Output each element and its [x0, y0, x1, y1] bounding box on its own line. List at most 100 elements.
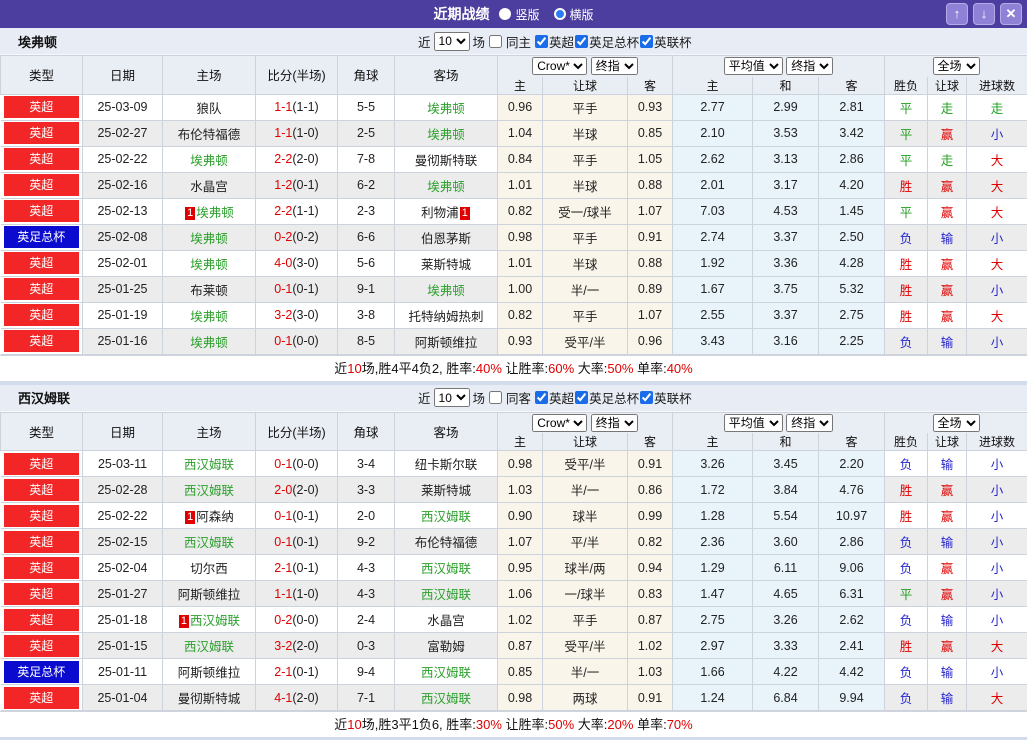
cell-corners: 9-4 [338, 659, 395, 685]
cell-date: 25-03-11 [83, 451, 163, 477]
home-team-name: 埃弗顿 [190, 154, 228, 168]
cell-odds-home: 1.02 [498, 607, 543, 633]
cell-home-team: 水晶宫 [163, 172, 256, 198]
odds-source-select[interactable]: Crow* [532, 414, 587, 432]
cell-home-team: 1西汉姆联 [163, 607, 256, 633]
odds-time-select[interactable]: 终指 [591, 57, 638, 75]
odds-source-select[interactable]: Crow* [532, 57, 587, 75]
avg-time-select[interactable]: 终指 [786, 414, 833, 432]
cell-corners: 6-6 [338, 224, 395, 250]
league-type-badge: 英超 [4, 609, 80, 631]
cell-odds-away: 0.94 [628, 555, 673, 581]
league-checkbox[interactable] [575, 35, 588, 48]
cell-avg-away: 1.45 [819, 198, 885, 224]
cell-odds-home: 0.87 [498, 633, 543, 659]
table-row: 英超25-03-11西汉姆联0-1(0-0)3-4纽卡斯尔联0.98受平/半0.… [1, 451, 1027, 477]
cell-league-type: 英超 [1, 529, 83, 555]
radio-vertical[interactable]: 竖版 [499, 6, 539, 23]
cell-league-type: 英超 [1, 607, 83, 633]
match-count-select[interactable]: 10 [434, 388, 470, 407]
cell-result: 胜 [885, 503, 928, 529]
header-goals: 进球数 [967, 77, 1027, 95]
cell-handicap: 平手 [543, 302, 628, 328]
scroll-up-button[interactable]: ↑ [946, 3, 968, 25]
table-row: 英超25-01-15西汉姆联3-2(2-0)0-3富勒姆0.87受平/半1.02… [1, 633, 1027, 659]
cell-handicap: 平/半 [543, 529, 628, 555]
scope-select[interactable]: 全场 [933, 57, 980, 75]
league-type-badge: 英超 [4, 330, 80, 352]
cell-corners: 8-5 [338, 328, 395, 354]
avg-time-select[interactable]: 终指 [786, 57, 833, 75]
results-table-westham: 类型 日期 主场 比分(半场) 角球 客场 Crow* 终指 平均值 终指 全场… [0, 412, 1027, 712]
header-handicap: 让球 [543, 433, 628, 451]
cell-avg-home: 1.28 [673, 503, 753, 529]
home-team-name: 埃弗顿 [190, 310, 228, 324]
league-filter-group: 英超英足总杯英联杯 [534, 388, 692, 407]
header-handicap-result: 让球 [928, 433, 967, 451]
cell-home-team: 布伦特福德 [163, 120, 256, 146]
same-venue-checkbox[interactable] [489, 35, 502, 48]
cell-avg-away: 9.94 [819, 685, 885, 711]
odds-time-select[interactable]: 终指 [591, 414, 638, 432]
cell-home-team: 狼队 [163, 94, 256, 120]
cell-score: 0-2(0-2) [256, 224, 338, 250]
radio-horizontal[interactable]: 横版 [554, 6, 594, 23]
cell-result: 胜 [885, 633, 928, 659]
cell-avg-away: 10.97 [819, 503, 885, 529]
league-type-badge: 英超 [4, 252, 80, 274]
scope-select[interactable]: 全场 [933, 414, 980, 432]
cell-handicap: 平手 [543, 607, 628, 633]
cell-away-team: 埃弗顿 [395, 94, 498, 120]
home-team-name: 埃弗顿 [190, 336, 228, 350]
summary-segment: 60% [548, 361, 574, 376]
header-odds-away: 客 [628, 433, 673, 451]
away-team-name: 纽卡斯尔联 [415, 458, 478, 472]
cell-result: 负 [885, 451, 928, 477]
cell-corners: 6-2 [338, 172, 395, 198]
cell-league-type: 英超 [1, 120, 83, 146]
games-label: 场 [473, 388, 486, 407]
league-label: 英联杯 [654, 388, 692, 407]
cell-league-type: 英超 [1, 94, 83, 120]
cell-handicap: 一/球半 [543, 581, 628, 607]
league-checkbox[interactable] [640, 391, 653, 404]
up-arrow-icon: ↑ [954, 6, 961, 21]
cell-avg-away: 4.42 [819, 659, 885, 685]
cell-avg-away: 2.20 [819, 451, 885, 477]
cell-away-team: 纽卡斯尔联 [395, 451, 498, 477]
league-checkbox[interactable] [535, 35, 548, 48]
avg-source-select[interactable]: 平均值 [724, 414, 783, 432]
home-team-name: 水晶宫 [190, 180, 228, 194]
cell-date: 25-01-15 [83, 633, 163, 659]
cell-avg-away: 2.62 [819, 607, 885, 633]
table-row: 英超25-02-131埃弗顿2-2(1-1)2-3利物浦10.82受一/球半1.… [1, 198, 1027, 224]
league-checkbox[interactable] [535, 391, 548, 404]
cell-odds-home: 1.03 [498, 477, 543, 503]
results-table-everton: 类型 日期 主场 比分(半场) 角球 客场 Crow* 终指 平均值 终指 全场… [0, 55, 1027, 355]
league-type-badge: 英超 [4, 174, 80, 196]
table-row: 英超25-01-04曼彻斯特城4-1(2-0)7-1西汉姆联0.98两球0.91… [1, 685, 1027, 711]
scroll-down-button[interactable]: ↓ [973, 3, 995, 25]
league-checkbox[interactable] [640, 35, 653, 48]
header-away: 客场 [395, 56, 498, 95]
section-header-westham: 西汉姆联 近 10 场 同客 英超英足总杯英联杯 [0, 385, 1027, 412]
cell-avg-home: 1.29 [673, 555, 753, 581]
cell-away-team: 富勒姆 [395, 633, 498, 659]
summary-segment: 10 [347, 361, 361, 376]
match-count-select[interactable]: 10 [434, 32, 470, 51]
league-checkbox[interactable] [575, 391, 588, 404]
away-team-name: 富勒姆 [427, 640, 465, 654]
cell-corners: 7-8 [338, 146, 395, 172]
table-row: 英超25-02-16水晶宫1-2(0-1)6-2埃弗顿1.01半球0.882.0… [1, 172, 1027, 198]
same-venue-checkbox[interactable] [489, 391, 502, 404]
cell-goal-result: 大 [967, 685, 1027, 711]
cell-league-type: 英足总杯 [1, 224, 83, 250]
cell-avg-draw: 3.36 [753, 250, 819, 276]
avg-source-select[interactable]: 平均值 [724, 57, 783, 75]
close-button[interactable]: ✕ [1000, 3, 1022, 25]
cell-odds-away: 0.96 [628, 328, 673, 354]
cell-goal-result: 小 [967, 328, 1027, 354]
cell-league-type: 英超 [1, 172, 83, 198]
cell-odds-away: 0.99 [628, 503, 673, 529]
cell-avg-draw: 4.53 [753, 198, 819, 224]
